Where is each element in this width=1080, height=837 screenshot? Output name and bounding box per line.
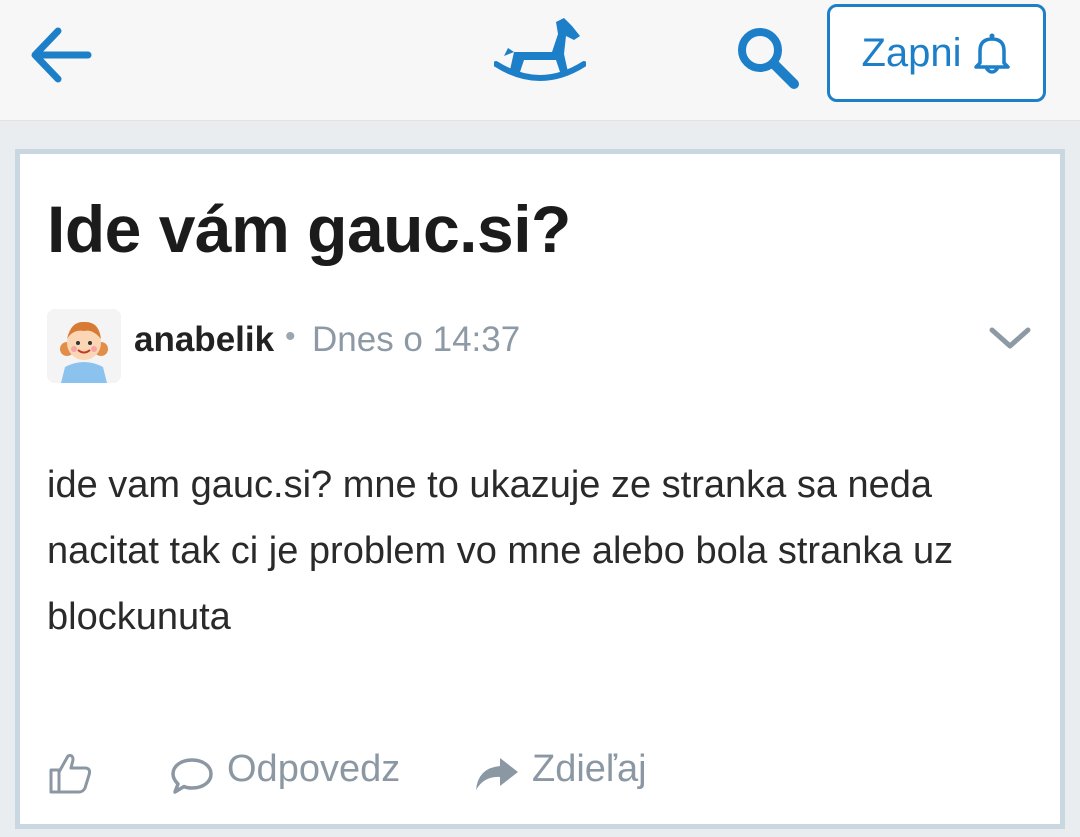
bell-icon [973, 33, 1010, 74]
post-body: ide vam gauc.si? mne to ukazuje ze stran… [47, 464, 954, 638]
avatar[interactable] [47, 309, 121, 383]
post-actions: Odpovedz Zdieľaj [20, 740, 1060, 802]
reply-button[interactable]: Odpovedz [227, 748, 400, 791]
subscribe-button[interactable]: Zapni [827, 4, 1046, 102]
post-card: Ide vám gauc.si? anabelik • Dnes o 14:37… [15, 149, 1065, 829]
meta-separator: • [285, 320, 296, 353]
top-bar: Zapni [0, 0, 1080, 121]
post-title: Ide vám gauc.si? [47, 192, 571, 266]
post-timestamp: Dnes o 14:37 [312, 320, 521, 359]
chevron-down-icon[interactable] [986, 314, 1034, 362]
arrow-left-icon[interactable] [28, 22, 94, 88]
girl-avatar-icon [47, 309, 121, 383]
share-button[interactable]: Zdieľaj [532, 748, 647, 791]
author-name[interactable]: anabelik [134, 320, 274, 360]
subscribe-label: Zapni [861, 30, 962, 75]
rocking-horse-icon[interactable] [494, 12, 586, 88]
search-icon[interactable] [732, 22, 802, 92]
thumbs-up-icon[interactable] [48, 750, 94, 796]
speech-bubble-icon[interactable] [170, 756, 214, 796]
share-arrow-icon[interactable] [472, 754, 520, 794]
